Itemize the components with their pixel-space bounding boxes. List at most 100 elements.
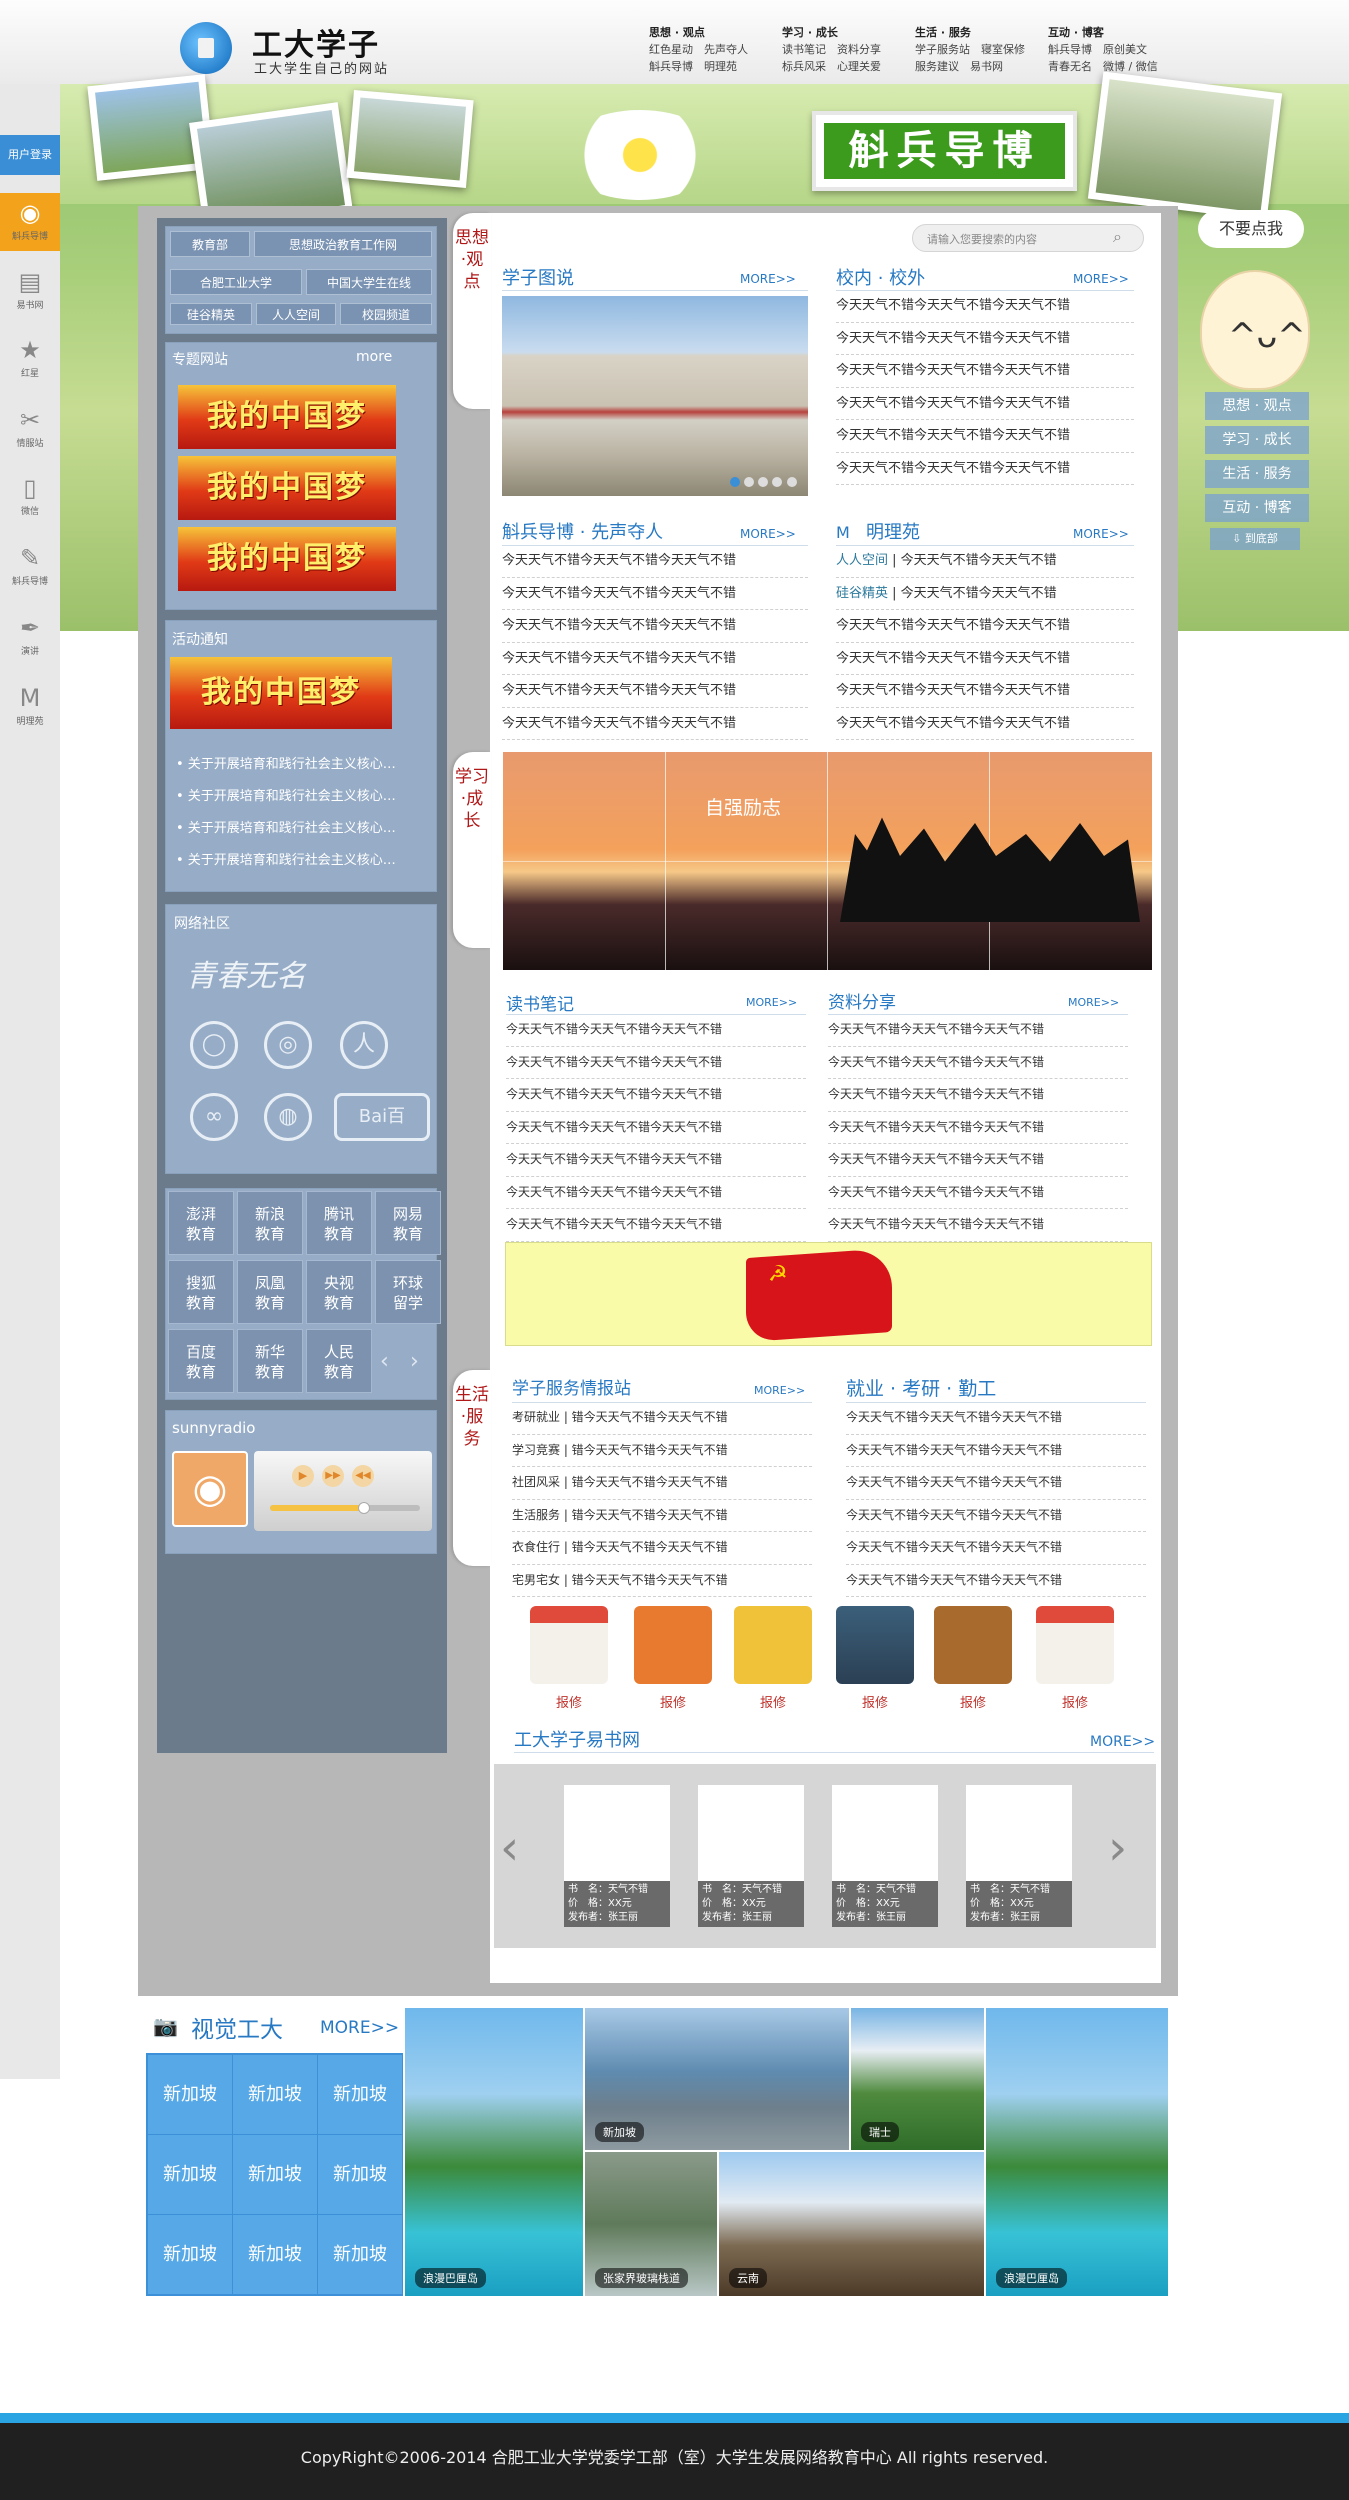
community-logo[interactable]: 青春无名: [186, 951, 306, 995]
section-title[interactable]: 校内 · 校外: [836, 264, 925, 290]
book-card[interactable]: 书 名：天气不错价 格：XX元 发布者：张王丽: [832, 1785, 938, 1927]
grid-tile[interactable]: 新加坡: [148, 2055, 232, 2134]
list-item[interactable]: 学习竞赛 | 错今天天气不错今天天气不错: [512, 1435, 812, 1467]
list-item[interactable]: 今天天气不错今天天气不错今天天气不错: [846, 1402, 1146, 1435]
list-item[interactable]: 今天天气不错今天天气不错今天天气不错: [836, 420, 1134, 453]
photo-singapore[interactable]: 新加坡: [585, 2008, 849, 2150]
list-item[interactable]: 今天天气不错今天天气不错今天天气不错: [836, 643, 1134, 675]
list-item[interactable]: 今天天气不错今天天气不错今天天气不错: [506, 1079, 806, 1112]
list-item[interactable]: 宅男宅女 | 错今天天气不错今天天气不错: [512, 1565, 812, 1597]
leftbar-item[interactable]: ▤ 易书网: [0, 262, 60, 320]
nav-title[interactable]: 思想 · 观点: [649, 24, 748, 41]
leftbar-item[interactable]: ✂ 情服站: [0, 400, 60, 458]
service-label[interactable]: 报修: [734, 1692, 812, 1711]
grid-tile[interactable]: 新加坡: [148, 2135, 232, 2214]
book-card[interactable]: 书 名：天气不错价 格：XX元 发布者：张王丽: [564, 1785, 670, 1927]
edu-link[interactable]: 环球 留学: [375, 1260, 441, 1324]
rewind-icon[interactable]: ◀◀: [352, 1465, 374, 1487]
visual-title[interactable]: 视觉工大: [191, 2010, 283, 2044]
list-item[interactable]: 今天天气不错今天天气不错今天天气不错: [846, 1435, 1146, 1467]
login-button[interactable]: 用户登录: [0, 135, 60, 175]
leftbar-item-active[interactable]: ◉ 斛兵导博: [0, 193, 60, 251]
nav-group-study[interactable]: 学习 · 成长 读书笔记 资料分享 标兵风采 心理关爱: [782, 24, 881, 75]
list-item[interactable]: 今天天气不错今天天气不错今天天气不错: [506, 1014, 806, 1047]
list-item[interactable]: 今天天气不错今天天气不错今天天气不错: [506, 1112, 806, 1144]
nav-links[interactable]: 红色星动 先声夺人: [649, 41, 748, 58]
more-link[interactable]: MORE>>: [740, 527, 796, 541]
weibo-icon[interactable]: ◎: [264, 1021, 312, 1069]
list-item[interactable]: 今天天气不错今天天气不错今天天气不错: [506, 1177, 806, 1209]
list-item[interactable]: 今天天气不错今天天气不错今天天气不错: [502, 610, 808, 643]
list-item[interactable]: 硅谷精英 | 今天天气不错今天天气不错: [836, 578, 1134, 610]
link-hfut[interactable]: 合肥工业大学: [170, 269, 302, 295]
service-label[interactable]: 报修: [634, 1692, 712, 1711]
campus-photo[interactable]: [502, 296, 808, 496]
more-link[interactable]: MORE>>: [1068, 996, 1119, 1009]
edu-link[interactable]: 腾讯 教育: [306, 1191, 372, 1255]
list-item[interactable]: 今天天气不错今天天气不错今天天气不错: [828, 1177, 1128, 1209]
leftbar-item[interactable]: ▯ 微信: [0, 468, 60, 526]
wechat-icon[interactable]: ∞: [190, 1093, 238, 1141]
service-label[interactable]: 报修: [836, 1692, 914, 1711]
nav-group-thought[interactable]: 思想 · 观点 红色星动 先声夺人 斛兵导博 明理苑: [649, 24, 748, 75]
right-nav-thought[interactable]: 思想 · 观点: [1205, 392, 1309, 420]
photo-zhangjiajie[interactable]: 张家界玻璃栈道: [585, 2152, 717, 2296]
leftbar-item[interactable]: ✎ 斛兵导博: [0, 538, 60, 596]
right-nav-life[interactable]: 生活 · 服务: [1205, 460, 1309, 488]
progress-handle[interactable]: [358, 1502, 370, 1514]
service-label[interactable]: 报修: [1036, 1692, 1114, 1711]
tablet-icon[interactable]: [634, 1606, 712, 1684]
list-item[interactable]: 社团风采 | 错今天天气不错今天天气不错: [512, 1467, 812, 1500]
renren-icon[interactable]: 人: [340, 1021, 388, 1069]
grid-tile[interactable]: 新加坡: [148, 2215, 232, 2294]
edu-link[interactable]: 网易 教育: [375, 1191, 441, 1255]
play-icon[interactable]: ▶: [292, 1465, 314, 1487]
more-link[interactable]: MORE>>: [754, 1384, 805, 1397]
grid-tile[interactable]: 新加坡: [233, 2135, 317, 2214]
list-item[interactable]: 今天天气不错今天天气不错今天天气不错: [828, 1144, 1128, 1177]
more-link[interactable]: MORE>>: [320, 2018, 399, 2038]
list-item[interactable]: 今天天气不错今天天气不错今天天气不错: [846, 1467, 1146, 1500]
grid-tile[interactable]: 新加坡: [233, 2055, 317, 2134]
tab-study[interactable]: 学习·成长: [453, 752, 491, 948]
list-tag[interactable]: 人人空间: [836, 553, 888, 568]
grid-tile[interactable]: 新加坡: [318, 2055, 402, 2134]
link-univs[interactable]: 中国大学生在线: [306, 269, 432, 295]
more-link[interactable]: MORE>>: [740, 272, 796, 286]
list-item[interactable]: 人人空间 | 今天天气不错今天天气不错: [836, 545, 1134, 578]
leftbar-item[interactable]: ★ 红星: [0, 330, 60, 388]
notice-item[interactable]: • 关于开展培育和践行社会主义核心…: [176, 753, 436, 772]
notice-item[interactable]: • 关于开展培育和践行社会主义核心…: [176, 817, 436, 836]
logo-icon[interactable]: [180, 22, 232, 74]
fast-forward-icon[interactable]: ▶▶: [322, 1465, 344, 1487]
carousel-dots[interactable]: [730, 476, 800, 488]
photo-yunnan[interactable]: 云南: [719, 2152, 984, 2296]
dream-banner[interactable]: 我的中国梦: [178, 527, 396, 591]
special-more-link[interactable]: more: [356, 349, 392, 365]
chevron-left-icon[interactable]: ‹: [500, 1820, 519, 1876]
list-item[interactable]: 今天天气不错今天天气不错今天天气不错: [502, 578, 808, 610]
list-item[interactable]: 今天天气不错今天天气不错今天天气不错: [502, 708, 808, 740]
gear-icon[interactable]: [836, 1606, 914, 1684]
notice-banner[interactable]: 我的中国梦: [170, 657, 392, 729]
leftbar-item[interactable]: M 明理苑: [0, 678, 60, 736]
more-link[interactable]: MORE>>: [746, 996, 797, 1009]
tab-thought[interactable]: 思想·观点: [453, 213, 491, 409]
edu-link[interactable]: 新浪 教育: [237, 1191, 303, 1255]
list-item[interactable]: 今天天气不错今天天气不错今天天气不错: [506, 1144, 806, 1177]
notice-item[interactable]: • 关于开展培育和践行社会主义核心…: [176, 785, 436, 804]
list-item[interactable]: 今天天气不错今天天气不错今天天气不错: [502, 643, 808, 675]
nav-group-life[interactable]: 生活 · 服务 学子服务站 寝室保修 服务建议 易书网: [915, 24, 1025, 75]
list-item[interactable]: 今天天气不错今天天气不错今天天气不错: [846, 1565, 1146, 1597]
list-item[interactable]: 今天天气不错今天天气不错今天天气不错: [836, 708, 1134, 740]
list-item[interactable]: 今天天气不错今天天气不错今天天气不错: [836, 610, 1134, 643]
edu-link[interactable]: 人民 教育: [306, 1329, 372, 1393]
list-item[interactable]: 今天天气不错今天天气不错今天天气不错: [836, 290, 1134, 323]
nav-title[interactable]: 学习 · 成长: [782, 24, 881, 41]
notice-item[interactable]: • 关于开展培育和践行社会主义核心…: [176, 849, 436, 868]
search-input[interactable]: 请输入您要搜索的内容: [912, 224, 1144, 252]
nav-links[interactable]: 标兵风采 心理关爱: [782, 58, 881, 75]
section-title[interactable]: 工大学子易书网: [514, 1726, 640, 1752]
list-item[interactable]: 今天天气不错今天天气不错今天天气不错: [836, 453, 1134, 485]
leftbar-item[interactable]: ✒ 演讲: [0, 608, 60, 666]
